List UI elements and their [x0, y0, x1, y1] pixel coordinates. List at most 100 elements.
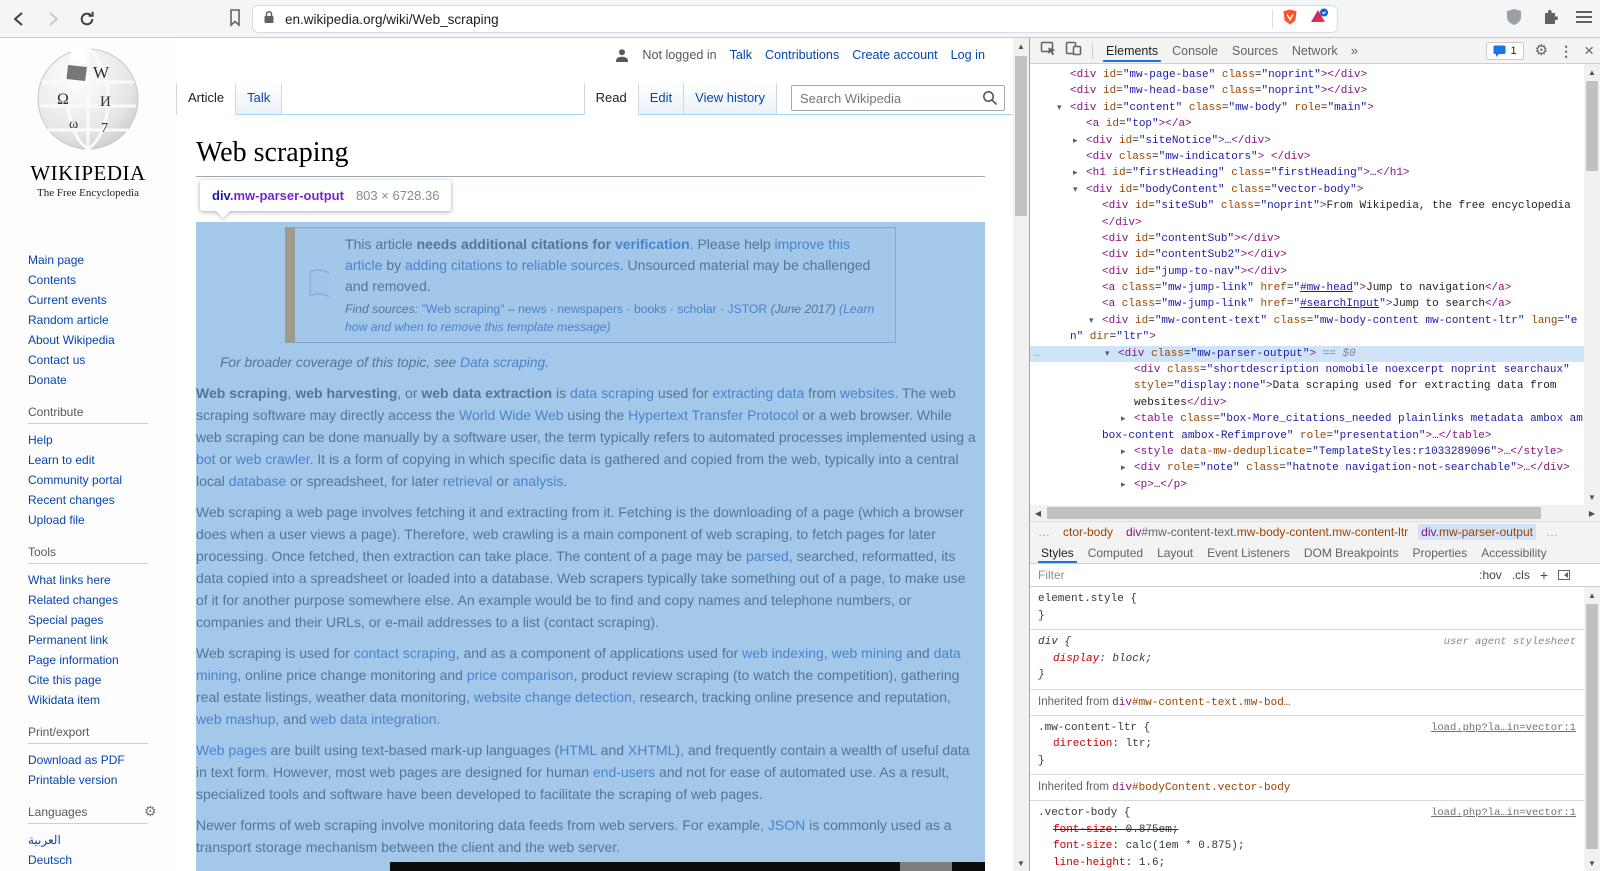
sidebar-link-recent-changes[interactable]: Recent changes: [28, 493, 115, 507]
tab-view-history[interactable]: View history: [684, 83, 777, 114]
personal-contributions[interactable]: Contributions: [765, 48, 839, 62]
settings-gear-icon[interactable]: ⚙: [1535, 43, 1548, 58]
page-scrollbar-thumb[interactable]: [1015, 56, 1027, 216]
panel-tab-event-listeners[interactable]: Event Listeners: [1200, 542, 1297, 563]
sidebar-toggle-icon[interactable]: [1558, 570, 1570, 580]
scroll-up-arrow[interactable]: ▲: [1584, 587, 1600, 603]
scroll-down-arrow[interactable]: ▼: [1584, 855, 1600, 871]
personal-log-in[interactable]: Log in: [951, 48, 985, 62]
expand-arrow-closed[interactable]: ▸: [1121, 460, 1126, 476]
personal-create-account[interactable]: Create account: [852, 48, 937, 62]
dom-tree-line[interactable]: ▸ <div role="note" class="hatnote navigat…: [1030, 460, 1584, 476]
search-icon[interactable]: [982, 90, 998, 106]
expand-arrow-open[interactable]: ▾: [1073, 182, 1078, 198]
expand-arrow-closed[interactable]: ▸: [1073, 133, 1078, 149]
brave-shield-icon[interactable]: [1281, 8, 1299, 31]
sidebar-link-contact-us[interactable]: Contact us: [28, 353, 85, 367]
panel-tab-properties[interactable]: Properties: [1406, 542, 1475, 563]
search-input[interactable]: [791, 85, 1005, 111]
bookmark-icon[interactable]: [226, 8, 244, 33]
filter-input[interactable]: Filter: [1038, 568, 1065, 582]
dom-tree-line[interactable]: ▾ <div id="bodyContent" class="vector-bod…: [1030, 182, 1584, 198]
scroll-down-arrow[interactable]: ▼: [1013, 855, 1029, 871]
forward-button[interactable]: [38, 4, 68, 34]
dom-tree-line[interactable]: ▸ <table class="box-More_citations_needed…: [1030, 411, 1584, 427]
device-toolbar-icon[interactable]: [1065, 40, 1082, 61]
breadcrumb[interactable]: div#mw-content-text.mw-body-content.mw-c…: [1123, 524, 1411, 540]
dom-tree-line[interactable]: <div id="siteSub" class="noprint">From W…: [1030, 198, 1584, 214]
dom-tree-line[interactable]: <div class="mw-indicators"> </div>: [1030, 149, 1584, 165]
inherited-element-link[interactable]: div#bodyContent.vector-body: [1112, 782, 1290, 794]
css-declaration[interactable]: font-size: 0.875em;: [1038, 822, 1576, 839]
expand-arrow-closed[interactable]: ▸: [1121, 444, 1126, 460]
expand-arrow-closed[interactable]: ▸: [1073, 165, 1078, 181]
sidebar-link-wikidata-item[interactable]: Wikidata item: [28, 693, 100, 707]
sidebar-link-upload-file[interactable]: Upload file: [28, 513, 85, 527]
breadcrumb[interactable]: …: [1543, 524, 1561, 540]
breadcrumb[interactable]: div.mw-parser-output: [1418, 523, 1536, 540]
css-declaration[interactable]: line-height: 1.6;: [1038, 855, 1576, 871]
tab-edit[interactable]: Edit: [638, 83, 685, 114]
wikipedia-logo[interactable]: W Ω И ω 7 WIKIPEDIA The Free Encyclopedi…: [22, 46, 154, 199]
profile-shield-icon[interactable]: [1506, 8, 1522, 31]
css-declaration[interactable]: font-size: calc(1em * 0.875);: [1038, 838, 1576, 855]
address-bar[interactable]: en.wikipedia.org/wiki/Web_scraping: [252, 5, 1338, 33]
panel-tab-accessibility[interactable]: Accessibility: [1474, 542, 1553, 563]
expand-arrow-open[interactable]: ▾: [1057, 100, 1062, 116]
sidebar-link-random-article[interactable]: Random article: [28, 313, 109, 327]
dom-tree-line[interactable]: ▸ <p>…</p>: [1030, 477, 1584, 493]
back-button[interactable]: [4, 4, 34, 34]
scroll-down-arrow[interactable]: ▼: [1584, 489, 1600, 505]
panel-tab-styles[interactable]: Styles: [1034, 542, 1081, 563]
sidebar-link-community-portal[interactable]: Community portal: [28, 473, 122, 487]
sidebar-link-donate[interactable]: Donate: [28, 373, 67, 387]
dom-tree-scrollbar[interactable]: ▲ ▼: [1584, 64, 1600, 505]
dom-tree-line[interactable]: style="display:none">Data scraping used …: [1030, 378, 1584, 394]
dom-tree-hscrollbar[interactable]: ◀ ▶: [1030, 505, 1600, 521]
dom-tree-line[interactable]: <div id="contentSub2"></div>: [1030, 247, 1584, 263]
devtools-tab-sources[interactable]: Sources: [1225, 39, 1285, 62]
scroll-right-arrow[interactable]: ▶: [1584, 505, 1600, 521]
tab-talk[interactable]: Talk: [236, 83, 283, 114]
dom-tree-line[interactable]: <div id="mw-head-base" class="noprint"><…: [1030, 83, 1584, 99]
dom-tree-line[interactable]: websites</div>: [1030, 395, 1584, 411]
dom-tree-line[interactable]: <div id="jump-to-nav"></div>: [1030, 264, 1584, 280]
dom-tree-line[interactable]: ▾ <div id="content" class="mw-body" role=…: [1030, 100, 1584, 116]
css-declaration[interactable]: direction: ltr;: [1038, 736, 1576, 753]
expand-arrow-open[interactable]: ▾: [1089, 313, 1094, 329]
sidebar-link-related-changes[interactable]: Related changes: [28, 593, 118, 607]
dom-tree-line[interactable]: box-content ambox-Refimprove" role="pres…: [1030, 428, 1584, 444]
stylesheet-source-link[interactable]: load.php?la…in=vector:1: [1431, 720, 1576, 737]
scroll-up-arrow[interactable]: ▲: [1013, 38, 1029, 54]
dom-tree-line[interactable]: ▾ <div id="mw-content-text" class="mw-bod…: [1030, 313, 1584, 329]
panel-tab-layout[interactable]: Layout: [1150, 542, 1200, 563]
toggle-hover-state-button[interactable]: :hov: [1479, 568, 1502, 582]
styles-scrollbar-thumb[interactable]: [1586, 604, 1598, 849]
more-tabs-chevron[interactable]: »: [1345, 43, 1364, 58]
breadcrumb[interactable]: …: [1035, 524, 1053, 540]
sidebar-link-printable-version[interactable]: Printable version: [28, 773, 117, 787]
dom-tree-line[interactable]: <div class="shortdescription nomobile no…: [1030, 362, 1584, 378]
inherited-element-link[interactable]: div#mw-content-text.mw-bod…: [1112, 697, 1290, 709]
brave-rewards-icon[interactable]: [1309, 8, 1329, 31]
panel-tab-computed[interactable]: Computed: [1081, 542, 1150, 563]
devtools-tab-network[interactable]: Network: [1285, 39, 1345, 62]
sidebar-link-help[interactable]: Help: [28, 433, 53, 447]
console-messages-badge[interactable]: 1: [1486, 41, 1524, 60]
reload-button[interactable]: [72, 4, 102, 34]
sidebar-link-learn-to-edit[interactable]: Learn to edit: [28, 453, 95, 467]
stylesheet-source-link[interactable]: load.php?la…in=vector:1: [1431, 805, 1576, 822]
kebab-menu-icon[interactable]: ⋮: [1559, 44, 1573, 58]
dom-tree-line[interactable]: <div id="mw-page-base" class="noprint"><…: [1030, 67, 1584, 83]
dom-tree-line[interactable]: <a class="mw-jump-link" href="#mw-head">…: [1030, 280, 1584, 296]
personal-talk[interactable]: Talk: [730, 48, 752, 62]
inspect-element-icon[interactable]: [1040, 40, 1057, 61]
expand-arrow-closed[interactable]: ▸: [1121, 411, 1126, 427]
lock-icon[interactable]: [261, 9, 277, 30]
tab-article[interactable]: Article: [176, 83, 237, 115]
url-text[interactable]: en.wikipedia.org/wiki/Web_scraping: [285, 12, 1264, 27]
sidebar-link-cite-this-page[interactable]: Cite this page: [28, 673, 101, 687]
panel-tab-dom-breakpoints[interactable]: DOM Breakpoints: [1297, 542, 1406, 563]
expand-arrow-open[interactable]: ▾: [1105, 346, 1110, 362]
menu-icon[interactable]: [1576, 10, 1592, 28]
